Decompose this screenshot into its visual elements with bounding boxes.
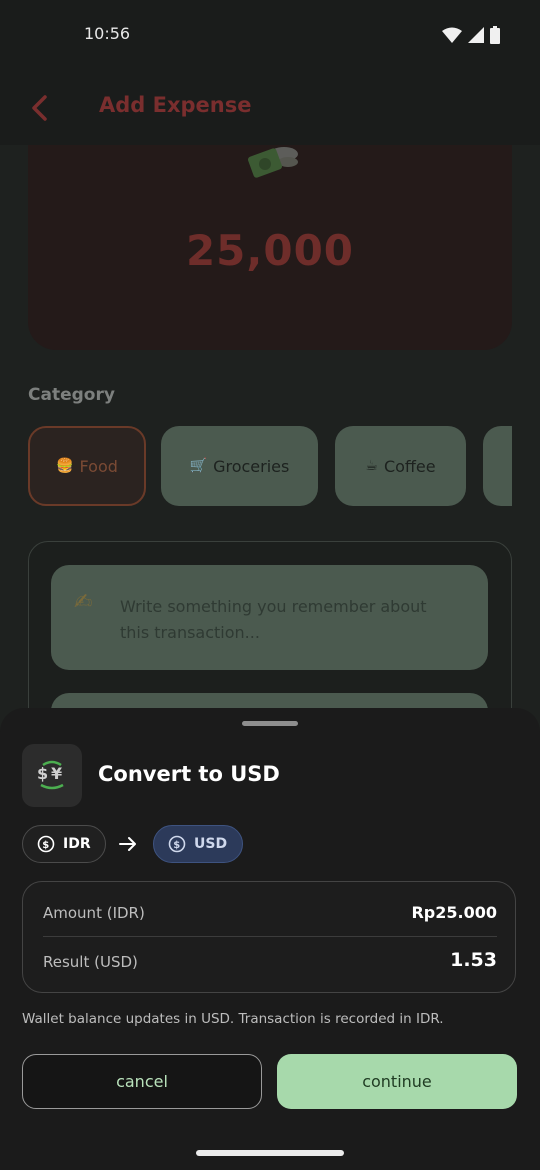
gesture-bar[interactable] [196, 1150, 344, 1156]
to-currency-label: USD [194, 836, 228, 852]
dollar-yen-exchange-icon: $ ¥ [37, 760, 64, 789]
status-time: 10:56 [84, 24, 131, 43]
currency-exchange-icon: $ ¥ [22, 744, 82, 807]
continue-button[interactable]: continue [277, 1054, 517, 1109]
result-usd-value: 1.53 [450, 949, 497, 971]
divider [43, 936, 497, 937]
svg-text:$: $ [173, 840, 180, 851]
wifi-icon [442, 27, 462, 43]
result-usd-label: Result (USD) [43, 953, 138, 971]
note-placeholder: Write something you remember about this … [120, 597, 427, 642]
cart-icon: 🛒 [189, 458, 208, 474]
sheet-title: Convert to USD [98, 762, 280, 786]
amount-idr-value: Rp25.000 [411, 903, 497, 922]
svg-text:$: $ [37, 764, 48, 783]
chip-label: Groceries [213, 456, 290, 476]
from-currency-pill[interactable]: $ IDR [22, 825, 106, 863]
chip-label: Food [79, 456, 118, 476]
page-title: Add Expense [99, 93, 252, 117]
to-currency-pill[interactable]: $ USD [153, 825, 243, 863]
conversion-card [22, 881, 516, 993]
category-label: Category [28, 385, 115, 405]
sheet-drag-handle[interactable] [242, 721, 298, 726]
currency-swap-icon: $ [168, 835, 186, 853]
svg-text:$: $ [42, 840, 49, 851]
writing-hand-icon: ✍ [74, 590, 93, 615]
battery-icon [490, 26, 500, 44]
signal-icon [468, 27, 484, 43]
coffee-icon: ☕ [365, 458, 378, 474]
category-chip-food[interactable]: 🍔 Food [28, 426, 146, 506]
from-currency-label: IDR [63, 836, 91, 852]
svg-text:¥: ¥ [51, 764, 62, 783]
amount-idr-label: Amount (IDR) [43, 904, 145, 922]
money-with-wings-icon [247, 147, 298, 178]
app-bar [0, 70, 540, 145]
burger-icon: 🍔 [56, 458, 74, 474]
category-chip-coffee[interactable]: ☕ Coffee [335, 426, 466, 506]
category-chip-partial[interactable] [483, 426, 512, 506]
category-chip-groceries[interactable]: 🛒 Groceries [161, 426, 318, 506]
arrow-right-icon [119, 837, 136, 851]
chip-label: Coffee [383, 456, 436, 476]
system-icons [442, 26, 500, 44]
wallet-footnote: Wallet balance updates in USD. Transacti… [22, 1011, 444, 1027]
cancel-button[interactable]: cancel [22, 1054, 262, 1109]
back-arrow-icon[interactable] [28, 94, 52, 122]
currency-swap-icon: $ [37, 835, 55, 853]
amount-value: 25,000 [185, 226, 355, 275]
